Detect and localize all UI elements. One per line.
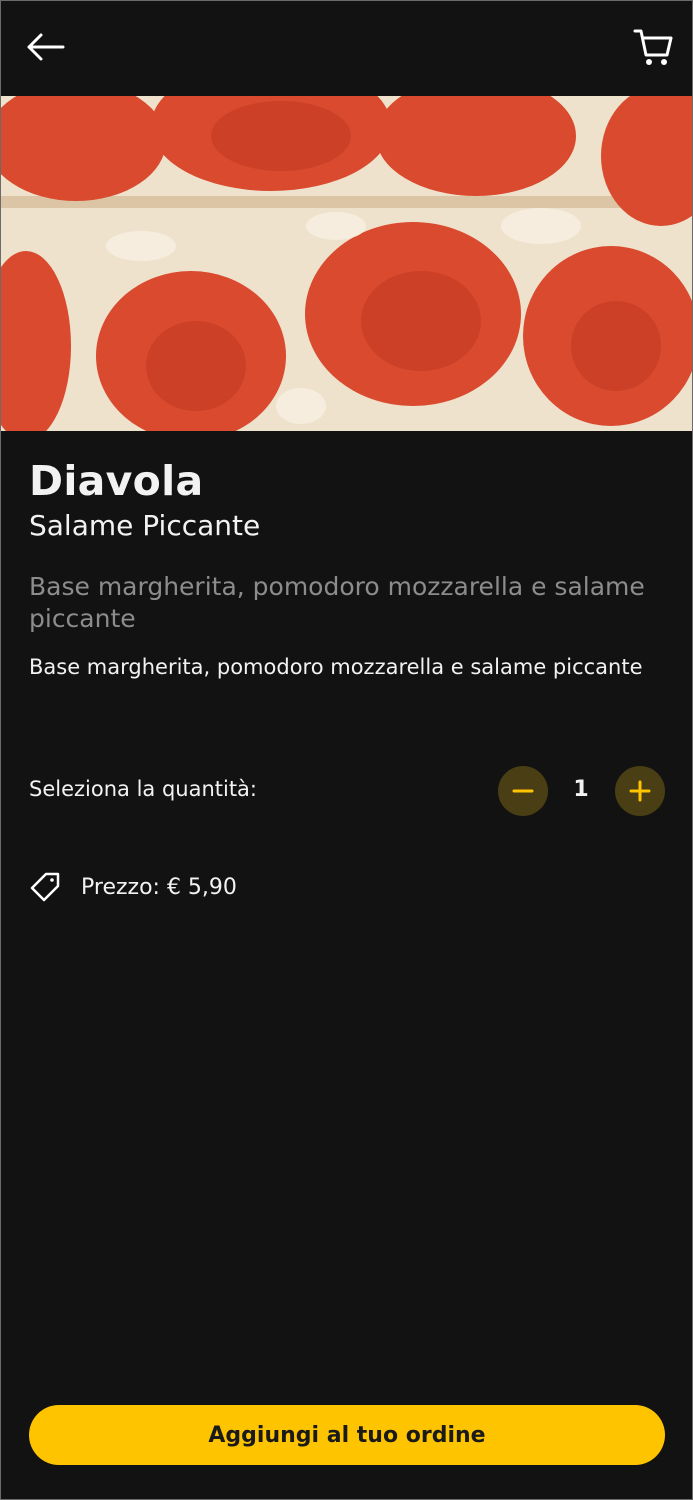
top-bar — [1, 1, 692, 96]
plus-icon — [629, 780, 651, 802]
quantity-label: Seleziona la quantità: — [29, 777, 258, 801]
product-image — [1, 96, 692, 431]
product-subtitle: Salame Piccante — [29, 509, 261, 542]
product-detail-screen: Diavola Salame Piccante Base margherita,… — [1, 1, 692, 1499]
price-tag-icon — [30, 872, 60, 902]
quantity-increase-button[interactable] — [615, 766, 665, 816]
pizza-image — [1, 96, 692, 431]
product-name: Diavola — [29, 457, 204, 505]
price-text: Prezzo: € 5,90 — [81, 874, 237, 900]
minus-icon — [512, 789, 534, 793]
arrow-left-icon — [27, 33, 65, 61]
back-button[interactable] — [23, 27, 69, 67]
price-row: Prezzo: € 5,90 — [29, 869, 237, 905]
add-to-order-button[interactable]: Aggiungi al tuo ordine — [29, 1405, 665, 1465]
cart-button[interactable] — [631, 25, 675, 69]
shopping-cart-icon — [633, 29, 673, 65]
product-description-muted: Base margherita, pomodoro mozzarella e s… — [29, 572, 645, 633]
quantity-decrease-button[interactable] — [498, 766, 548, 816]
product-description: Base margherita, pomodoro mozzarella e s… — [29, 655, 643, 679]
quantity-value: 1 — [573, 777, 589, 802]
